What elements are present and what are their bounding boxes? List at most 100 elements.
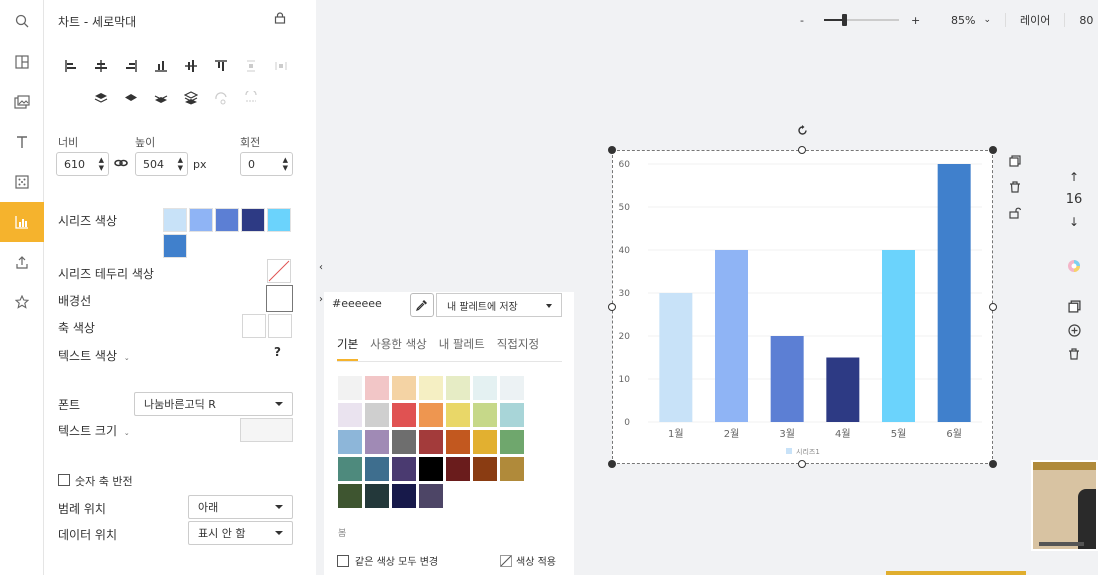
series-swatch[interactable] <box>163 234 187 258</box>
palette-swatch[interactable] <box>500 376 524 400</box>
align-left-icon[interactable] <box>56 55 86 77</box>
ungroup-icon[interactable] <box>236 87 266 109</box>
palette-swatch[interactable] <box>392 484 416 508</box>
group-icon[interactable] <box>206 87 236 109</box>
palette-swatch[interactable] <box>338 457 362 481</box>
align-bottom-icon[interactable] <box>146 55 176 77</box>
palette-swatch[interactable] <box>419 376 443 400</box>
palette-swatch[interactable] <box>419 403 443 427</box>
text-color-label[interactable]: 텍스트 색상 ⌄ <box>58 347 130 364</box>
element-icon[interactable] <box>0 162 44 202</box>
palette-swatch[interactable] <box>365 484 389 508</box>
rotate-handle-icon[interactable] <box>797 125 808 139</box>
tab-basic[interactable]: 기본 <box>337 336 359 361</box>
copy-page-icon[interactable] <box>1067 300 1081 316</box>
delete-page-icon[interactable] <box>1068 348 1080 363</box>
zoom-in-button[interactable]: + <box>911 14 951 27</box>
align-middle-v-icon[interactable] <box>176 55 206 77</box>
palette-swatch[interactable] <box>473 376 497 400</box>
text-size-label[interactable]: 텍스트 크기 ⌄ <box>58 422 130 439</box>
series-swatch[interactable] <box>267 208 291 232</box>
zoom-knob[interactable] <box>842 14 848 26</box>
zoom-level[interactable]: 85% <box>951 14 975 27</box>
palette-swatch[interactable] <box>392 457 416 481</box>
resize-handle-l[interactable] <box>608 303 616 311</box>
chevron-down-icon[interactable]: ⌄ <box>124 354 130 362</box>
resize-handle-br[interactable] <box>989 460 997 468</box>
palette-swatch[interactable] <box>473 457 497 481</box>
tab-used[interactable]: 사용한 색상 <box>370 336 427 361</box>
axis-color-swatch-1[interactable] <box>242 314 266 338</box>
zoom-out-button[interactable]: - <box>800 14 814 27</box>
upload-icon[interactable] <box>0 242 44 282</box>
resize-handle-t[interactable] <box>798 146 806 154</box>
chart-icon[interactable] <box>0 202 44 242</box>
same-color-option[interactable]: 같은 색상 모두 변경 <box>337 553 438 568</box>
distribute-h-icon[interactable] <box>266 55 296 77</box>
send-backward-icon[interactable] <box>146 87 176 109</box>
palette-swatch[interactable] <box>338 430 362 454</box>
bring-forward-icon[interactable] <box>116 87 146 109</box>
chevron-down-icon[interactable]: ⌄ <box>983 15 991 25</box>
palette-swatch[interactable] <box>419 457 443 481</box>
send-back-icon[interactable] <box>176 87 206 109</box>
palette-swatch[interactable] <box>446 376 470 400</box>
palette-swatch[interactable] <box>419 430 443 454</box>
align-right-icon[interactable] <box>116 55 146 77</box>
link-ratio-icon[interactable] <box>114 157 128 172</box>
palette-swatch[interactable] <box>446 403 470 427</box>
arrow-up-icon[interactable]: ↑ <box>1069 170 1079 184</box>
rotate-input[interactable]: 0 ▲ ▼ <box>240 152 293 176</box>
palette-swatch[interactable] <box>446 430 470 454</box>
palette-swatch[interactable] <box>392 430 416 454</box>
palette-swatch[interactable] <box>392 403 416 427</box>
same-color-checkbox[interactable] <box>337 554 349 567</box>
series-swatch[interactable] <box>163 208 187 232</box>
legend-position-select[interactable]: 아래 <box>188 495 293 519</box>
bring-front-icon[interactable] <box>86 87 116 109</box>
reverse-axis-checkbox[interactable] <box>58 474 70 486</box>
zoom-slider[interactable] <box>824 14 899 26</box>
search-icon[interactable] <box>0 0 44 42</box>
width-input[interactable]: 610 ▲ ▼ <box>56 152 109 176</box>
palette-swatch[interactable] <box>473 403 497 427</box>
palette-swatch[interactable] <box>473 430 497 454</box>
data-position-select[interactable]: 표시 안 함 <box>188 521 293 545</box>
chevron-down-icon[interactable]: ⌄ <box>124 429 130 437</box>
save-to-palette-select[interactable]: 내 팔레트에 저장 <box>436 293 562 317</box>
palette-swatch[interactable] <box>500 403 524 427</box>
gridline-swatch[interactable] <box>266 285 293 312</box>
add-page-icon[interactable] <box>1067 324 1081 340</box>
resize-handle-b[interactable] <box>798 460 806 468</box>
series-swatch[interactable] <box>189 208 213 232</box>
palette-swatch[interactable] <box>365 403 389 427</box>
duplicate-icon[interactable] <box>1009 155 1021 170</box>
palette-swatch[interactable] <box>365 376 389 400</box>
arrow-down-icon[interactable]: ↓ <box>1069 215 1079 229</box>
height-stepper-icon[interactable]: ▲ ▼ <box>178 156 183 172</box>
template-icon[interactable] <box>0 42 44 82</box>
distribute-v-icon[interactable] <box>236 55 266 77</box>
photo-icon[interactable] <box>0 82 44 122</box>
text-icon[interactable] <box>0 122 44 162</box>
palette-swatch[interactable] <box>338 403 362 427</box>
font-select[interactable]: 나눔바른고딕 R <box>134 392 293 416</box>
text-size-input[interactable] <box>240 418 293 442</box>
palette-swatch[interactable] <box>500 430 524 454</box>
axis-color-swatch-2[interactable] <box>268 314 292 338</box>
height-input[interactable]: 504 ▲ ▼ <box>135 152 188 176</box>
tab-my-palette[interactable]: 내 팔레트 <box>439 336 485 361</box>
resize-handle-r[interactable] <box>989 303 997 311</box>
collapse-panel-icon[interactable]: ‹ <box>316 258 326 276</box>
palette-swatch[interactable] <box>500 457 524 481</box>
align-center-h-icon[interactable] <box>86 55 116 77</box>
align-top-icon[interactable] <box>206 55 236 77</box>
layer-button[interactable]: 레이어 <box>1020 12 1050 28</box>
width-stepper-icon[interactable]: ▲ ▼ <box>99 156 104 172</box>
lock-icon[interactable] <box>274 12 286 27</box>
series-swatch[interactable] <box>241 208 265 232</box>
color-wheel-icon[interactable] <box>1067 259 1081 276</box>
unlock-icon[interactable] <box>1009 207 1022 222</box>
eyedropper-icon[interactable] <box>410 293 434 317</box>
palette-swatch[interactable] <box>365 457 389 481</box>
